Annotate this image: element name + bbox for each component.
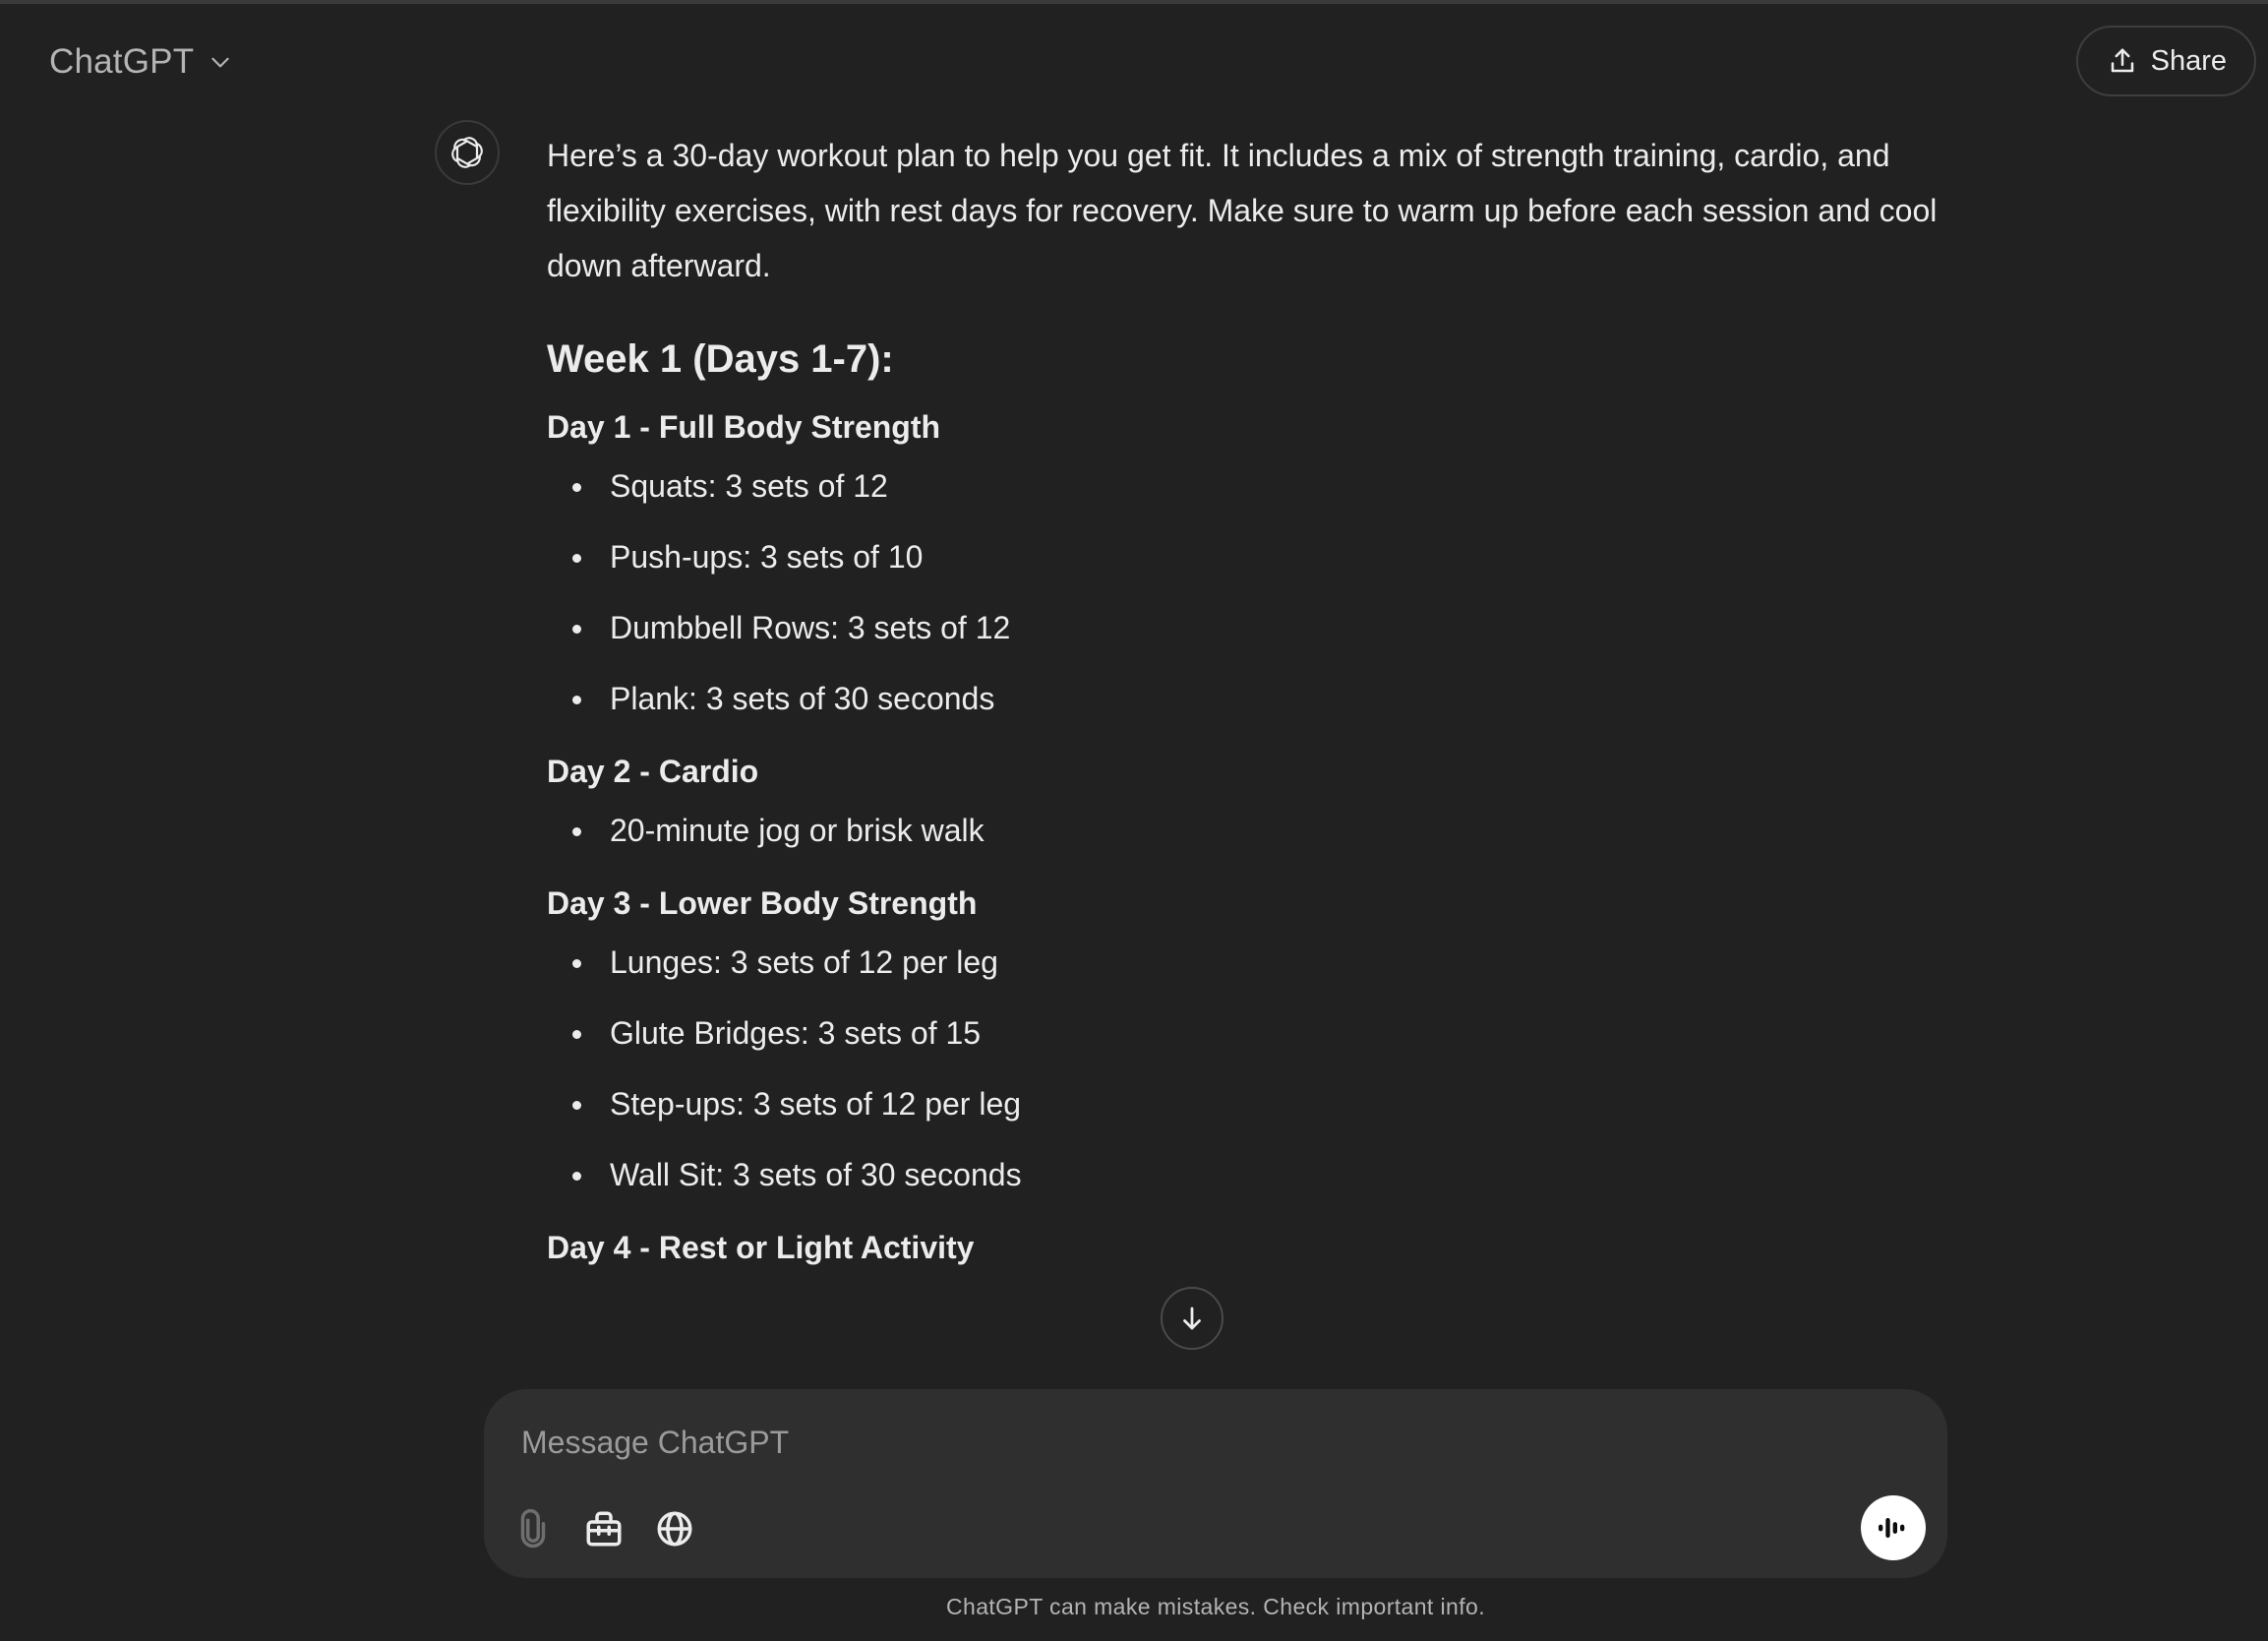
day-section: Day 4 - Rest or Light Activity (547, 1226, 1943, 1269)
list-item: Plank: 3 sets of 30 seconds (547, 677, 1943, 720)
toolbox-icon (586, 1511, 622, 1547)
arrow-down-icon (1183, 1307, 1201, 1330)
paperclip-icon (520, 1508, 546, 1549)
exercise-list: Squats: 3 sets of 12 Push-ups: 3 sets of… (547, 464, 1943, 720)
composer (484, 1389, 1947, 1578)
exercise-list: Lunges: 3 sets of 12 per leg Glute Bridg… (547, 941, 1943, 1196)
assistant-message: Here’s a 30-day workout plan to help you… (547, 128, 1943, 1368)
exercise-list: 20-minute jog or brisk walk (547, 809, 1943, 852)
model-selector[interactable]: ChatGPT (35, 28, 247, 96)
day-section: Day 1 - Full Body Strength Squats: 3 set… (547, 405, 1943, 720)
list-item: Squats: 3 sets of 12 (547, 464, 1943, 508)
scroll-down-button[interactable] (1161, 1287, 1224, 1350)
header: ChatGPT Share (0, 4, 2268, 112)
list-item: Push-ups: 3 sets of 10 (547, 535, 1943, 578)
share-label: Share (2150, 44, 2227, 77)
chatgpt-window: ChatGPT Share Here’s a 30-day workout pl… (0, 0, 2268, 1641)
day-heading: Day 3 - Lower Body Strength (547, 885, 978, 921)
voice-mode-button[interactable] (1861, 1495, 1926, 1560)
list-item: Lunges: 3 sets of 12 per leg (547, 941, 1943, 984)
web-search-button[interactable] (647, 1501, 702, 1556)
share-button[interactable]: Share (2075, 26, 2256, 96)
chevron-down-icon (211, 57, 229, 68)
list-item: 20-minute jog or brisk walk (547, 809, 1943, 852)
list-item: Step-ups: 3 sets of 12 per leg (547, 1082, 1943, 1125)
tools-button[interactable] (576, 1501, 631, 1556)
model-name: ChatGPT (49, 42, 195, 81)
day-heading: Day 1 - Full Body Strength (547, 409, 941, 445)
day-heading: Day 2 - Cardio (547, 754, 759, 789)
attach-button[interactable] (506, 1501, 561, 1556)
day-section: Day 2 - Cardio 20-minute jog or brisk wa… (547, 750, 1943, 852)
assistant-avatar (435, 120, 500, 185)
list-item: Wall Sit: 3 sets of 30 seconds (547, 1153, 1943, 1196)
week-heading: Week 1 (Days 1-7): (547, 337, 894, 381)
openai-logo-icon (451, 137, 483, 168)
day-section: Day 3 - Lower Body Strength Lunges: 3 se… (547, 881, 1943, 1196)
disclaimer: ChatGPT can make mistakes. Check importa… (946, 1594, 1485, 1619)
share-upload-icon (2111, 48, 2133, 73)
globe-icon (657, 1511, 692, 1547)
voice-waveform-icon (1879, 1518, 1905, 1538)
list-item: Glute Bridges: 3 sets of 15 (547, 1011, 1943, 1055)
day-heading: Day 4 - Rest or Light Activity (547, 1230, 975, 1265)
message-input[interactable] (519, 1417, 1880, 1468)
message-intro: Here’s a 30-day workout plan to help you… (547, 138, 1938, 283)
list-item: Dumbbell Rows: 3 sets of 12 (547, 606, 1943, 649)
